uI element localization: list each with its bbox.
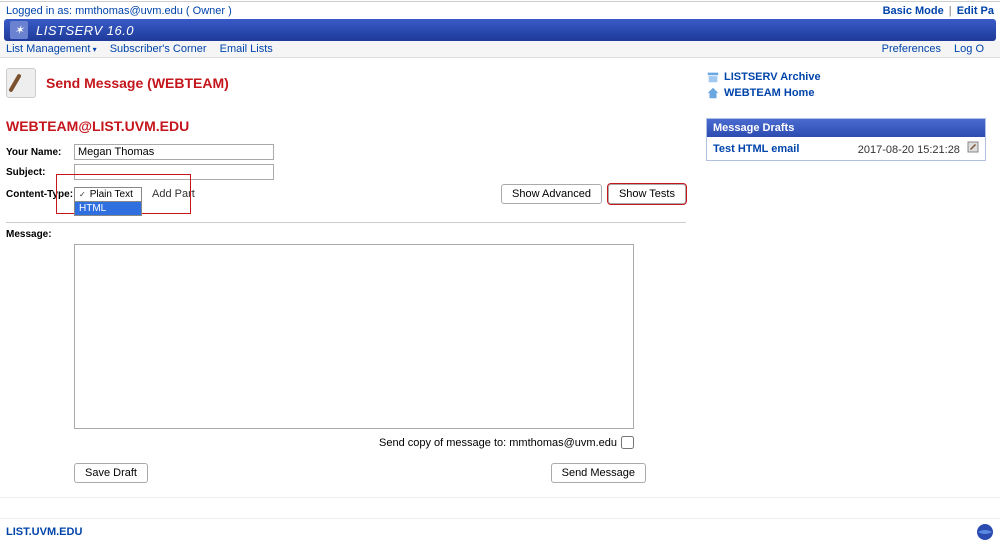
- content-type-selected: Plain Text: [90, 189, 133, 200]
- subject-label: Subject:: [6, 167, 74, 178]
- sidebar-link-home[interactable]: WEBTEAM Home: [724, 87, 814, 99]
- logged-in-link[interactable]: Logged in as: mmthomas@uvm.edu ( Owner ): [6, 5, 232, 17]
- menu-bar: List Management ▾ Subscriber's Corner Em…: [0, 41, 1000, 58]
- menu-logout[interactable]: Log O: [954, 43, 984, 55]
- your-name-label: Your Name:: [6, 147, 74, 158]
- basic-mode-link[interactable]: Basic Mode: [883, 5, 944, 17]
- menu-email-lists[interactable]: Email Lists: [220, 43, 273, 55]
- draft-row: Test HTML email 2017-08-20 15:21:28: [707, 137, 985, 160]
- draft-timestamp: 2017-08-20 15:21:28: [858, 144, 960, 156]
- menu-preferences[interactable]: Preferences: [882, 43, 941, 55]
- drafts-panel: Message Drafts Test HTML email 2017-08-2…: [706, 118, 986, 161]
- add-part-button[interactable]: Add Part: [146, 186, 201, 202]
- send-copy-label: Send copy of message to: mmthomas@uvm.ed…: [379, 437, 617, 449]
- sidebar-link-archive[interactable]: LISTSERV Archive: [724, 71, 821, 83]
- edit-page-link[interactable]: Edit Pa: [957, 5, 994, 17]
- message-textarea[interactable]: [74, 244, 634, 429]
- menu-subscribers-corner[interactable]: Subscriber's Corner: [110, 43, 207, 55]
- listserv-logo-icon: ✶: [10, 21, 28, 39]
- product-name: LISTSERV 16.0: [36, 23, 134, 38]
- show-tests-button[interactable]: Show Tests: [608, 184, 686, 204]
- footer-host-link[interactable]: LIST.UVM.EDU: [6, 526, 82, 538]
- page-title: Send Message (WEBTEAM): [46, 75, 229, 91]
- content-type-option-html[interactable]: HTML: [75, 202, 141, 215]
- archive-icon: [706, 70, 720, 84]
- your-name-input[interactable]: [74, 144, 274, 160]
- globe-icon[interactable]: [976, 523, 994, 541]
- content-type-label: Content-Type:: [6, 189, 74, 200]
- message-label: Message:: [6, 229, 74, 240]
- subject-input[interactable]: [74, 164, 274, 180]
- compose-icon: [6, 68, 36, 98]
- save-draft-button[interactable]: Save Draft: [74, 463, 148, 483]
- draft-link[interactable]: Test HTML email: [713, 143, 799, 155]
- check-icon: ✓: [79, 190, 86, 199]
- list-address: WEBTEAM@LIST.UVM.EDU: [6, 118, 686, 134]
- separator: |: [949, 5, 952, 17]
- send-copy-checkbox[interactable]: [621, 436, 634, 449]
- chevron-down-icon: ▾: [90, 45, 96, 54]
- show-advanced-button[interactable]: Show Advanced: [501, 184, 602, 204]
- content-type-select[interactable]: ✓ Plain Text HTML: [74, 187, 142, 202]
- menu-list-management[interactable]: List Management ▾: [6, 43, 100, 55]
- home-icon: [706, 86, 720, 100]
- drafts-header: Message Drafts: [707, 119, 985, 137]
- send-message-button[interactable]: Send Message: [551, 463, 646, 483]
- title-bar: ✶ LISTSERV 16.0: [4, 19, 996, 41]
- menu-item-label: List Management: [6, 43, 90, 55]
- edit-icon[interactable]: [967, 141, 979, 153]
- content-type-dropdown: HTML: [74, 201, 142, 216]
